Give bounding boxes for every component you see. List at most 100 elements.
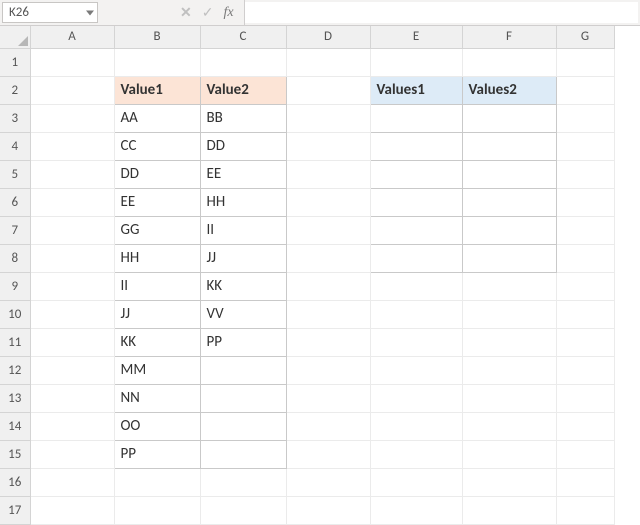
cell[interactable] — [556, 244, 614, 272]
cell[interactable] — [114, 496, 200, 524]
table2-header-values2[interactable]: Values2 — [462, 76, 556, 104]
table2-cell[interactable] — [462, 216, 556, 244]
row-header[interactable]: 4 — [0, 132, 30, 160]
table1-cell[interactable]: II — [114, 272, 200, 300]
col-header[interactable]: E — [370, 26, 462, 48]
cell[interactable] — [114, 48, 200, 76]
cell[interactable] — [286, 76, 370, 104]
row-header[interactable]: 17 — [0, 496, 30, 524]
cell[interactable] — [370, 468, 462, 496]
cell[interactable] — [462, 468, 556, 496]
table1-cell[interactable]: DD — [114, 160, 200, 188]
cell[interactable] — [462, 300, 556, 328]
table2-cell[interactable] — [462, 188, 556, 216]
row-header[interactable]: 8 — [0, 244, 30, 272]
cell[interactable] — [462, 356, 556, 384]
row-header[interactable]: 13 — [0, 384, 30, 412]
cell[interactable] — [200, 496, 286, 524]
cell[interactable] — [370, 48, 462, 76]
cell[interactable] — [286, 48, 370, 76]
row-header[interactable]: 5 — [0, 160, 30, 188]
table1-cell[interactable]: NN — [114, 384, 200, 412]
cell[interactable] — [556, 468, 614, 496]
cell[interactable] — [286, 496, 370, 524]
cell[interactable] — [286, 384, 370, 412]
cell[interactable] — [286, 188, 370, 216]
table2-cell[interactable] — [462, 160, 556, 188]
table1-cell[interactable] — [200, 356, 286, 384]
table1-cell[interactable]: CC — [114, 132, 200, 160]
row-header[interactable]: 10 — [0, 300, 30, 328]
table1-cell[interactable]: VV — [200, 300, 286, 328]
table2-cell[interactable] — [370, 132, 462, 160]
formula-input[interactable] — [245, 2, 638, 23]
row-header[interactable]: 14 — [0, 412, 30, 440]
cell[interactable] — [462, 48, 556, 76]
cell[interactable] — [114, 468, 200, 496]
table1-cell[interactable]: JJ — [114, 300, 200, 328]
row-header[interactable]: 11 — [0, 328, 30, 356]
row-header[interactable]: 15 — [0, 440, 30, 468]
col-header[interactable]: B — [114, 26, 200, 48]
cell[interactable] — [556, 160, 614, 188]
table2-cell[interactable] — [370, 216, 462, 244]
cell[interactable] — [556, 300, 614, 328]
col-header[interactable]: C — [200, 26, 286, 48]
table2-cell[interactable] — [462, 104, 556, 132]
cell[interactable] — [462, 440, 556, 468]
cell[interactable] — [370, 328, 462, 356]
cell[interactable] — [30, 216, 114, 244]
row-header[interactable]: 12 — [0, 356, 30, 384]
row-header[interactable]: 16 — [0, 468, 30, 496]
cell[interactable] — [556, 76, 614, 104]
col-header[interactable]: A — [30, 26, 114, 48]
cell[interactable] — [30, 160, 114, 188]
table1-header-value1[interactable]: Value1 — [114, 76, 200, 104]
table2-cell[interactable] — [462, 244, 556, 272]
cell[interactable] — [30, 188, 114, 216]
cell[interactable] — [286, 272, 370, 300]
select-all-corner[interactable] — [0, 26, 30, 48]
cell[interactable] — [30, 300, 114, 328]
row-header[interactable]: 3 — [0, 104, 30, 132]
cell[interactable] — [200, 468, 286, 496]
table1-cell[interactable]: II — [200, 216, 286, 244]
row-header[interactable]: 6 — [0, 188, 30, 216]
table1-cell[interactable]: MM — [114, 356, 200, 384]
cell[interactable] — [286, 244, 370, 272]
chevron-down-icon[interactable] — [86, 10, 94, 15]
cell[interactable] — [286, 216, 370, 244]
cell[interactable] — [462, 496, 556, 524]
cell[interactable] — [556, 104, 614, 132]
cell[interactable] — [370, 300, 462, 328]
cell[interactable] — [556, 496, 614, 524]
cell[interactable] — [286, 300, 370, 328]
table1-cell[interactable]: KK — [200, 272, 286, 300]
cell[interactable] — [556, 48, 614, 76]
row-header[interactable]: 1 — [0, 48, 30, 76]
cell[interactable] — [30, 356, 114, 384]
cell[interactable] — [30, 440, 114, 468]
cell[interactable] — [370, 440, 462, 468]
cell[interactable] — [462, 384, 556, 412]
cell[interactable] — [30, 272, 114, 300]
col-header[interactable]: D — [286, 26, 370, 48]
row-header[interactable]: 2 — [0, 76, 30, 104]
table1-cell[interactable]: PP — [200, 328, 286, 356]
cell[interactable] — [30, 412, 114, 440]
table1-cell[interactable]: BB — [200, 104, 286, 132]
cell[interactable] — [556, 272, 614, 300]
cell[interactable] — [370, 384, 462, 412]
cell[interactable] — [556, 412, 614, 440]
table1-cell[interactable]: DD — [200, 132, 286, 160]
cell[interactable] — [370, 496, 462, 524]
cell[interactable] — [286, 412, 370, 440]
cell[interactable] — [30, 384, 114, 412]
cell[interactable] — [462, 272, 556, 300]
table1-cell[interactable]: PP — [114, 440, 200, 468]
cell[interactable] — [30, 496, 114, 524]
cell[interactable] — [200, 48, 286, 76]
cell[interactable] — [286, 104, 370, 132]
cell[interactable] — [286, 440, 370, 468]
table2-cell[interactable] — [370, 244, 462, 272]
